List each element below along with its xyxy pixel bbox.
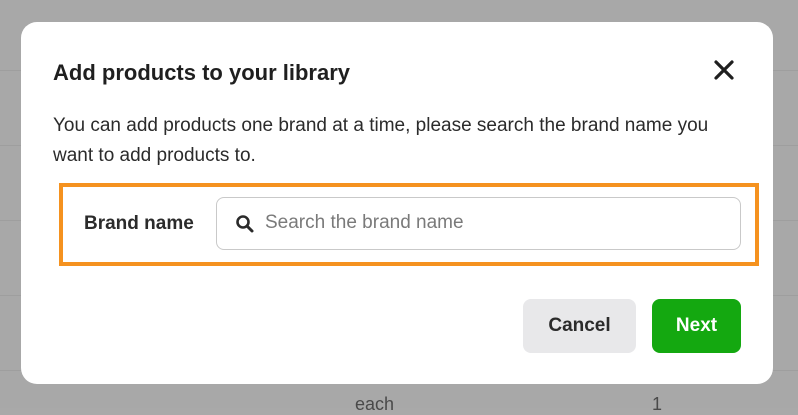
search-icon: [236, 215, 254, 233]
modal-title: Add products to your library: [53, 60, 351, 85]
cancel-button[interactable]: Cancel: [523, 299, 636, 353]
brand-name-label: Brand name: [84, 213, 194, 234]
next-button[interactable]: Next: [652, 299, 741, 353]
brand-search-input[interactable]: [265, 204, 725, 242]
modal-description: You can add products one brand at a time…: [53, 115, 709, 166]
brand-search-box[interactable]: [216, 197, 741, 250]
add-products-modal: Add products to your library You can add…: [21, 22, 773, 384]
close-button[interactable]: [709, 55, 739, 85]
background-unit-text: each: [355, 394, 395, 414]
background-qty-text: 1: [652, 394, 663, 414]
close-icon: [714, 60, 734, 80]
